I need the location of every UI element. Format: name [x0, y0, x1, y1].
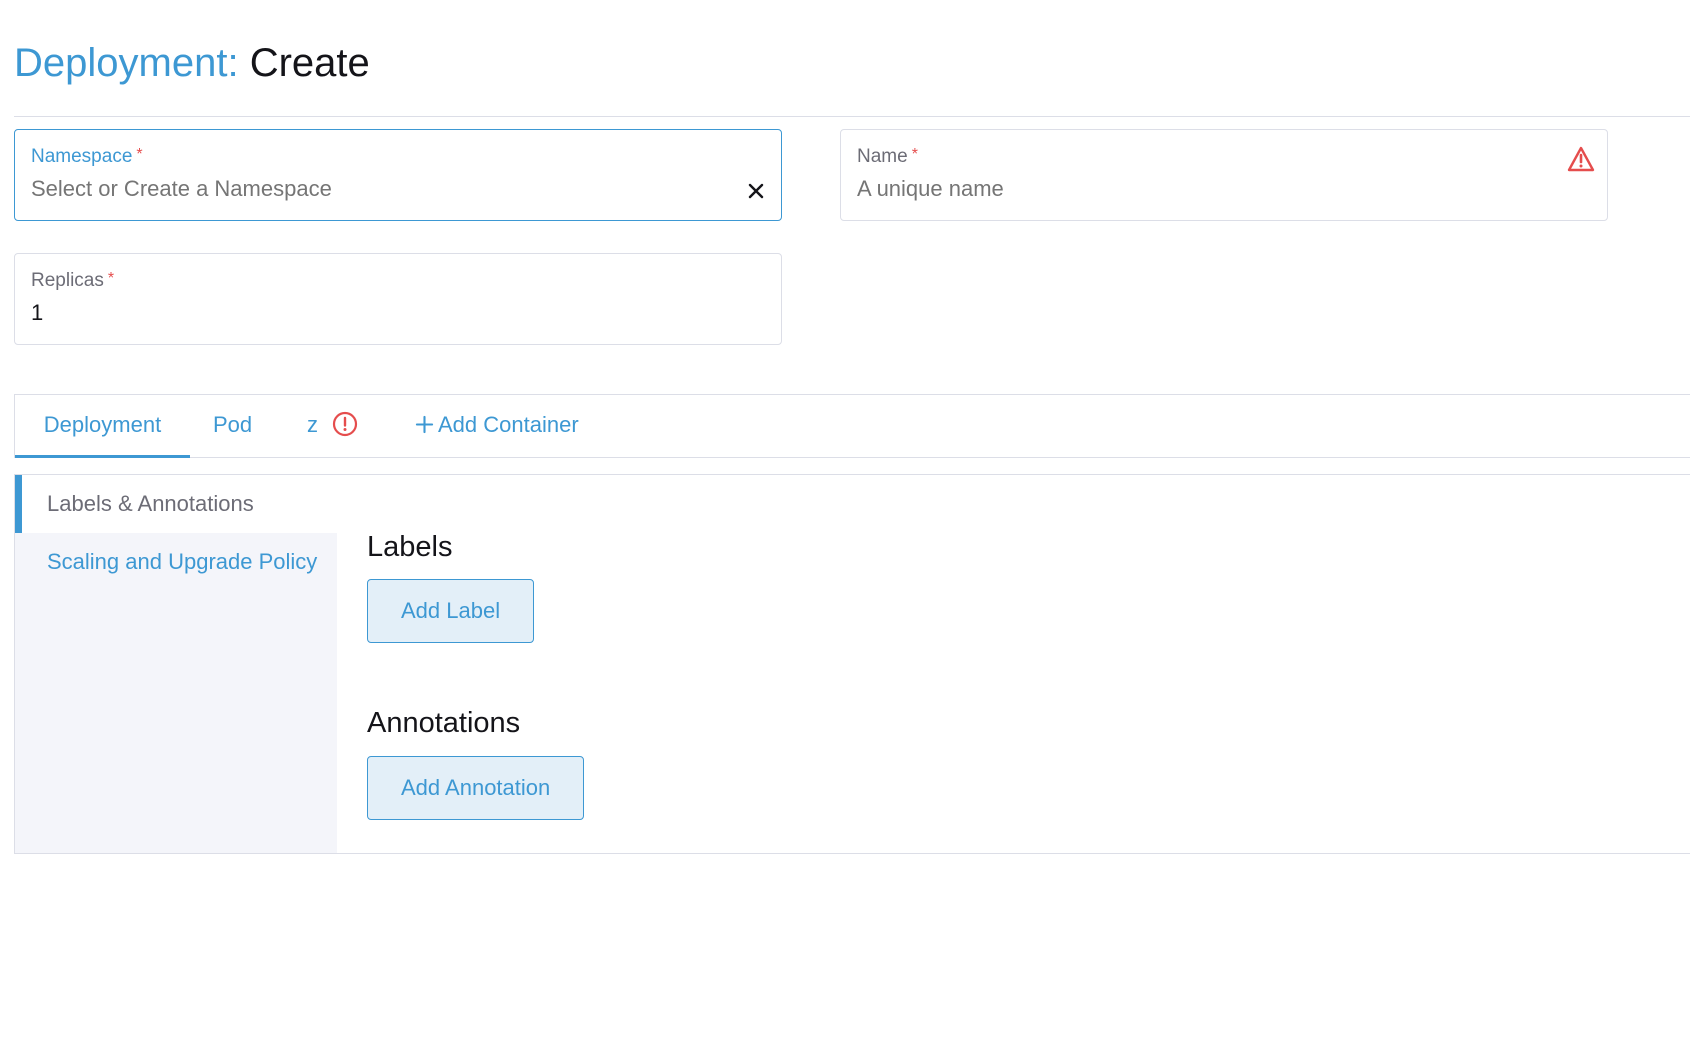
sidenav-item-label: Labels & Annotations [47, 491, 254, 516]
page-title: Deployment: Create [14, 38, 370, 88]
tab-bar: Deployment Pod z Add Container [14, 394, 1690, 458]
add-label-button[interactable]: Add Label [367, 579, 535, 643]
replicas-input[interactable] [31, 300, 671, 326]
add-container-label: Add Container [438, 412, 579, 437]
replicas-label-text: Replicas [31, 270, 104, 291]
required-mark: * [107, 270, 115, 287]
required-mark: * [911, 146, 918, 163]
deployment-create-page: Deployment: Create Namespace* Name* Repl… [0, 0, 1690, 1048]
name-input[interactable] [857, 176, 1497, 202]
error-circle-icon [333, 412, 358, 437]
clear-icon[interactable] [745, 180, 767, 202]
title-divider [14, 116, 1690, 117]
namespace-input[interactable] [31, 176, 671, 202]
tab-deployment[interactable]: Deployment [15, 395, 190, 458]
tab-pod-label: Pod [213, 412, 253, 437]
name-label: Name * [857, 146, 918, 168]
labels-heading: Labels [367, 531, 453, 563]
tab-container-z[interactable]: z [307, 395, 358, 457]
plus-icon [415, 415, 434, 433]
add-annotation-button[interactable]: Add Annotation [367, 756, 585, 820]
add-container-button[interactable]: Add Container [415, 395, 579, 457]
deployment-panel: Labels & Annotations Scaling and Upgrade… [14, 474, 1690, 854]
sidenav-item-scaling-upgrade-policy[interactable]: Scaling and Upgrade Policy [15, 533, 337, 591]
namespace-label: Namespace * [31, 146, 143, 168]
replicas-label: Replicas * [31, 270, 114, 292]
namespace-field[interactable]: Namespace * [14, 129, 782, 221]
required-mark: * [136, 146, 143, 163]
page-title-mode: Create [249, 41, 370, 85]
tab-pod[interactable]: Pod [213, 395, 252, 457]
name-field[interactable]: Name * [840, 129, 1608, 221]
namespace-label-text: Namespace [31, 146, 133, 167]
replicas-field[interactable]: Replicas * [14, 253, 782, 345]
name-label-text: Name [857, 146, 908, 167]
warning-triangle-icon [1567, 146, 1595, 172]
annotations-heading: Annotations [367, 707, 521, 739]
tab-container-z-label: z [307, 412, 318, 437]
sidenav-item-label: Scaling and Upgrade Policy [47, 549, 318, 574]
tab-deployment-label: Deployment [43, 412, 162, 437]
page-title-resource[interactable]: Deployment: [14, 41, 239, 85]
sidenav-item-labels-annotations[interactable]: Labels & Annotations [15, 475, 1689, 533]
